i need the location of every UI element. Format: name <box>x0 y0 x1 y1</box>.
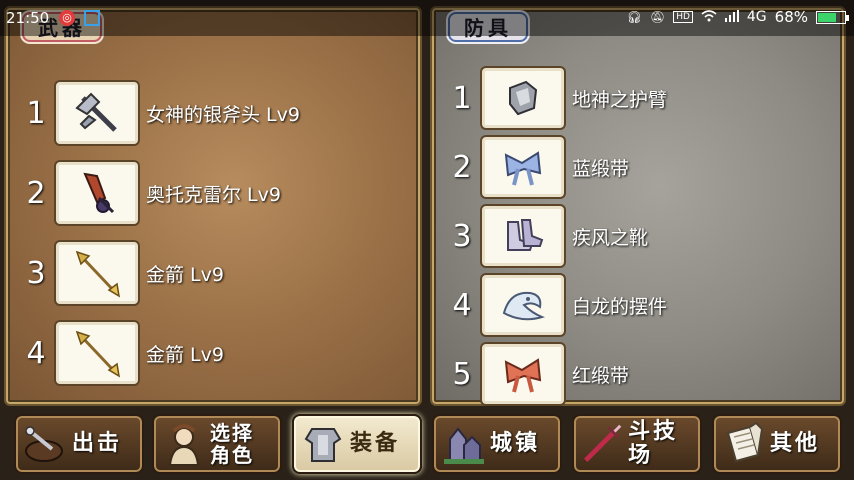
bracer-icon[interactable] <box>482 68 564 128</box>
dark-sword-icon[interactable] <box>56 162 138 224</box>
town-icon <box>444 427 484 464</box>
nav-label-line2: 角色 <box>210 443 254 467</box>
armor-slot-5[interactable]: 5 红缎带 <box>442 344 629 404</box>
weapon-slot-number: 4 <box>26 335 46 371</box>
mute-icon: 🔕︎ <box>649 10 666 24</box>
weapon-slot-1[interactable]: 1 女神的银斧头 Lv9 <box>16 82 300 144</box>
boots-icon[interactable] <box>482 206 564 266</box>
nav-label: 装备 <box>350 431 401 456</box>
battery-percent: 68% <box>774 8 808 26</box>
armor-name: 疾风之靴 <box>572 226 649 249</box>
nav-label: 斗技场 <box>628 419 679 468</box>
armor-slot-number: 4 <box>452 287 472 323</box>
armor-slot-number: 2 <box>452 149 472 185</box>
nav-town-button[interactable]: 城镇 <box>432 414 562 474</box>
armor-slot-4[interactable]: 4 白龙的摆件 <box>442 275 667 335</box>
arena-icon <box>584 424 622 462</box>
armor-name: 红缎带 <box>572 364 630 387</box>
nav-arena-button[interactable]: 斗技场 <box>572 414 702 474</box>
armor-slot-2[interactable]: 2 蓝缎带 <box>442 137 629 197</box>
equipment-icon <box>304 428 342 462</box>
silver-axe-icon[interactable] <box>56 82 138 144</box>
network-type: 4G <box>746 9 767 25</box>
nav-other-button[interactable]: 其他 <box>712 414 842 474</box>
white-dragon-icon[interactable] <box>482 275 564 335</box>
nav-label-stack: 选择 角色 <box>210 422 254 466</box>
character-icon <box>168 424 200 466</box>
status-time: 21:50 <box>6 9 50 27</box>
red-ribbon-icon[interactable] <box>482 344 564 404</box>
weapon-slot-number: 3 <box>26 255 46 291</box>
status-icons: 🎧︎ 🔕︎ HD 4G 68% <box>626 8 849 26</box>
nav-label-line1: 选择 <box>210 421 254 445</box>
armor-slot-1[interactable]: 1 地神之护臂 <box>442 68 667 128</box>
weapon-slot-3[interactable]: 3 金箭 Lv9 <box>16 242 224 304</box>
weapon-name: 女神的银斧头 Lv9 <box>146 103 300 126</box>
battery-icon <box>816 10 849 24</box>
hd-icon: HD <box>673 11 693 23</box>
weapon-slot-number: 2 <box>26 175 46 211</box>
headphones-icon: 🎧︎ <box>626 10 642 24</box>
nav-select-character-button[interactable]: 选择 角色 <box>152 414 282 474</box>
weapon-slot-2[interactable]: 2 奥托克雷尔 Lv9 <box>16 162 281 224</box>
battery-fill <box>818 12 836 22</box>
weapon-name: 金箭 Lv9 <box>146 263 224 286</box>
armor-name: 白龙的摆件 <box>572 295 668 318</box>
nav-label: 出击 <box>72 431 123 456</box>
armor-slot-number: 5 <box>452 356 472 392</box>
armor-name: 蓝缎带 <box>572 157 630 180</box>
weapon-slot-number: 1 <box>26 95 46 131</box>
nav-sortie-button[interactable]: 出击 <box>14 414 144 474</box>
screenshot-notification-icon <box>84 10 100 26</box>
weapon-name: 金箭 Lv9 <box>146 343 224 366</box>
nav-label: 城镇 <box>490 431 541 456</box>
golden-arrow-icon[interactable] <box>56 322 138 384</box>
armor-slot-3[interactable]: 3 疾风之靴 <box>442 206 648 266</box>
status-bar: 21:50 ◎ 🎧︎ 🔕︎ HD 4G 68% <box>0 0 854 36</box>
blue-ribbon-icon[interactable] <box>482 137 564 197</box>
armor-slot-number: 1 <box>452 80 472 116</box>
weapon-slot-4[interactable]: 4 金箭 Lv9 <box>16 322 224 384</box>
notification-app-icon: ◎ <box>59 10 75 26</box>
golden-arrow-icon[interactable] <box>56 242 138 304</box>
armor-slot-number: 3 <box>452 218 472 254</box>
nav-label: 其他 <box>770 431 821 456</box>
other-icon <box>726 421 764 463</box>
armor-name: 地神之护臂 <box>572 88 668 111</box>
signal-icon <box>724 9 739 25</box>
nav-equipment-button[interactable]: 装备 <box>292 414 422 474</box>
wifi-icon <box>701 9 717 25</box>
attack-icon <box>25 426 63 462</box>
weapon-name: 奥托克雷尔 Lv9 <box>146 183 281 206</box>
